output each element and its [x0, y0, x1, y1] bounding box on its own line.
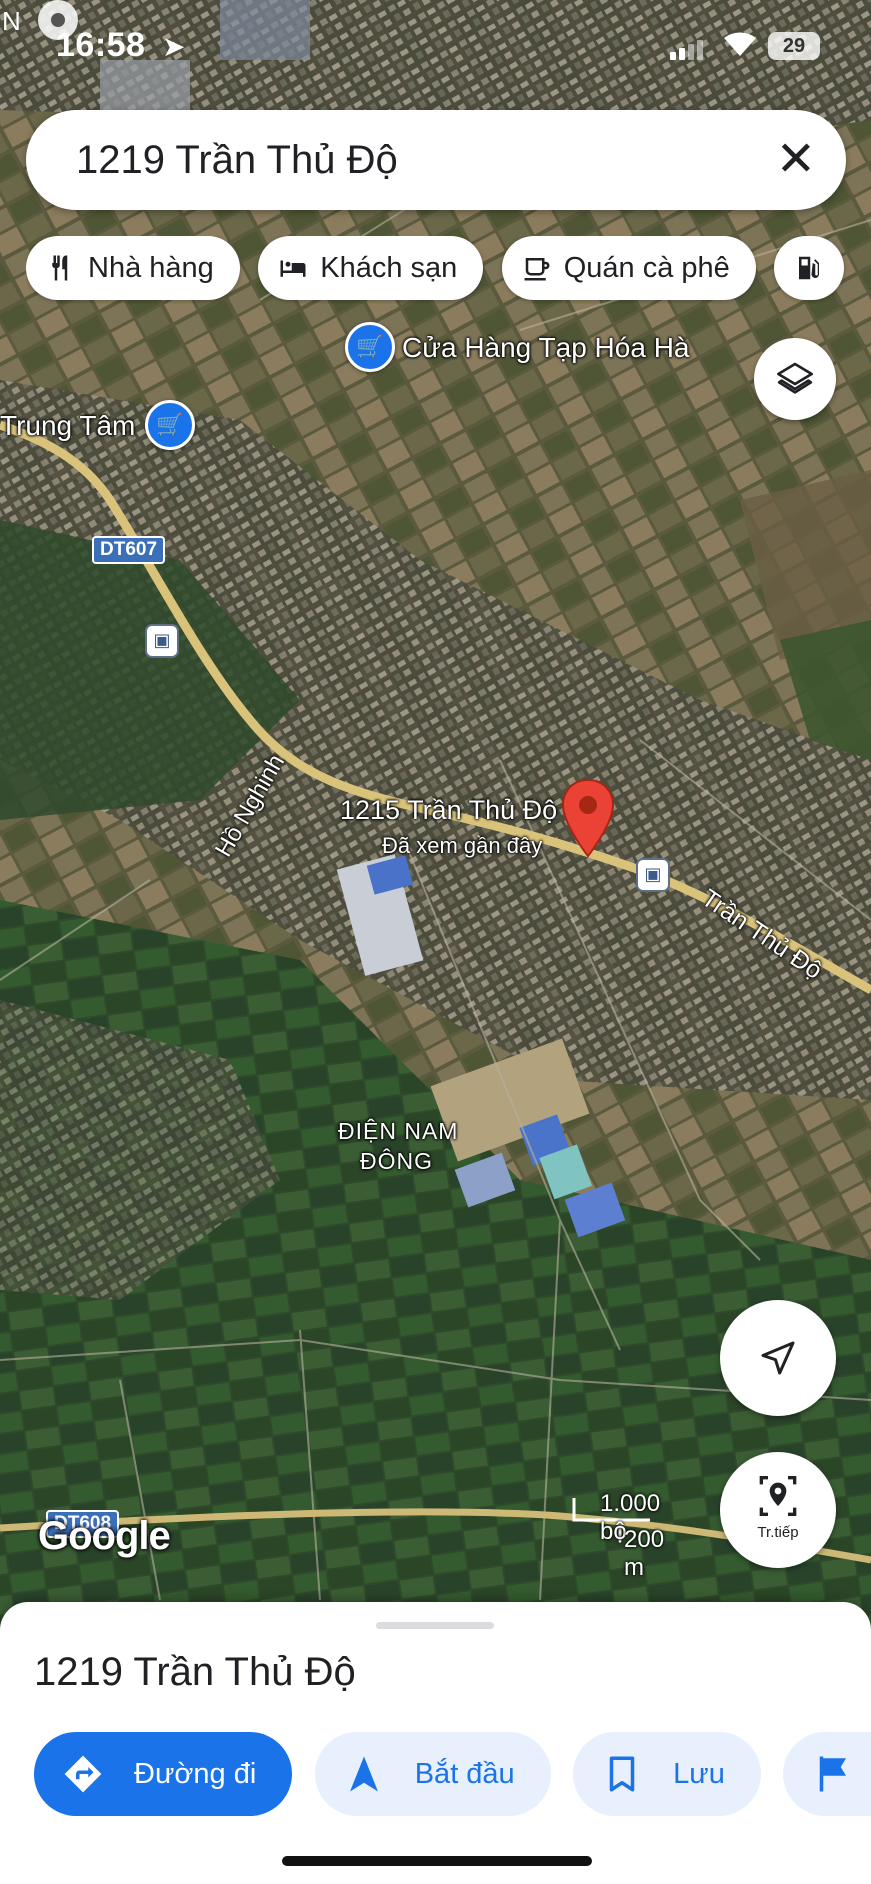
bus-stop-icon[interactable]: ▣ [145, 624, 179, 658]
status-bar: N 16:58 ➤ 29 [0, 0, 871, 80]
close-icon[interactable]: ✕ [776, 128, 816, 192]
chip-label: Nhà hàng [88, 251, 214, 284]
street-view-label: Tr.tiếp [757, 1524, 799, 1541]
navigation-arrow-icon [349, 1756, 378, 1792]
poi-label-shop[interactable]: Cửa Hàng Tạp Hóa Hà [402, 332, 690, 364]
chip-gas[interactable] [774, 236, 845, 300]
search-query[interactable]: 1219 Trần Thủ Độ [76, 138, 398, 183]
carrier-label: N [2, 6, 21, 36]
action-buttons: Đường đi Bắt đầu Lưu Th [34, 1732, 871, 1816]
poi-label-center[interactable]: Trung Tâm [0, 410, 135, 442]
place-bottom-sheet[interactable]: 1219 Trần Thủ Độ Đường đi Bắt đầu Lưu Th [0, 1602, 871, 1884]
bookmark-icon [609, 1756, 635, 1792]
home-indicator[interactable] [282, 1856, 592, 1866]
directions-label: Đường đi [134, 1757, 257, 1790]
coffee-cup-icon [524, 258, 550, 281]
my-location-button[interactable] [720, 1300, 836, 1416]
chip-hotels[interactable]: Khách sạn [258, 236, 484, 300]
save-button[interactable]: Lưu [573, 1732, 761, 1816]
location-arrow-icon: ➤ [162, 31, 186, 62]
sheet-drag-handle[interactable] [376, 1622, 494, 1629]
flag-icon [820, 1756, 847, 1792]
layers-icon [777, 362, 813, 394]
district-label-line2: ĐÔNG [360, 1148, 433, 1174]
fork-knife-icon [52, 255, 68, 281]
pin-address-label[interactable]: 1215 Trần Thủ Độ [340, 795, 557, 826]
route-shield-dt607: DT607 [92, 536, 166, 564]
wifi-icon [722, 30, 758, 66]
gas-station-icon [799, 256, 820, 280]
search-bar[interactable]: 1219 Trần Thủ Độ ✕ [26, 110, 846, 210]
cellular-signal-icon [670, 40, 706, 60]
district-label-line1: ĐIỆN NAM [338, 1118, 459, 1144]
bus-stop-icon[interactable]: ▣ [636, 858, 670, 892]
shop-pin-icon[interactable]: 🛒 [145, 400, 195, 450]
start-button[interactable]: Bắt đầu [314, 1732, 551, 1816]
status-time: 16:58 [56, 26, 146, 64]
shop-pin-icon[interactable]: 🛒 [345, 322, 395, 372]
street-view-button[interactable]: Tr.tiếp [720, 1452, 836, 1568]
flag-button[interactable]: Th [783, 1732, 871, 1816]
pin-sub-label[interactable]: Đã xem gần đây [382, 833, 542, 859]
red-location-pin-icon[interactable] [560, 778, 616, 858]
directions-button[interactable]: Đường đi [34, 1732, 293, 1816]
bed-icon [280, 260, 306, 277]
start-label: Bắt đầu [414, 1757, 515, 1790]
layers-button[interactable] [754, 338, 836, 420]
chip-coffee[interactable]: Quán cà phê [501, 236, 756, 300]
battery-indicator: 29 [768, 32, 820, 60]
directions-icon [64, 1755, 102, 1793]
chip-label: Quán cà phê [563, 251, 730, 284]
google-logo: Google [38, 1514, 171, 1558]
place-title: 1219 Trần Thủ Độ [34, 1650, 356, 1694]
chip-restaurants[interactable]: Nhà hàng [26, 236, 240, 300]
navigation-arrow-icon [761, 1341, 795, 1375]
category-chips: Nhà hàng Khách sạn Quán cà phê [26, 236, 871, 304]
save-label: Lưu [673, 1757, 725, 1790]
chip-label: Khách sạn [320, 251, 458, 284]
scale-bottom-label: 200 m [624, 1526, 665, 1581]
street-view-icon [759, 1476, 797, 1516]
